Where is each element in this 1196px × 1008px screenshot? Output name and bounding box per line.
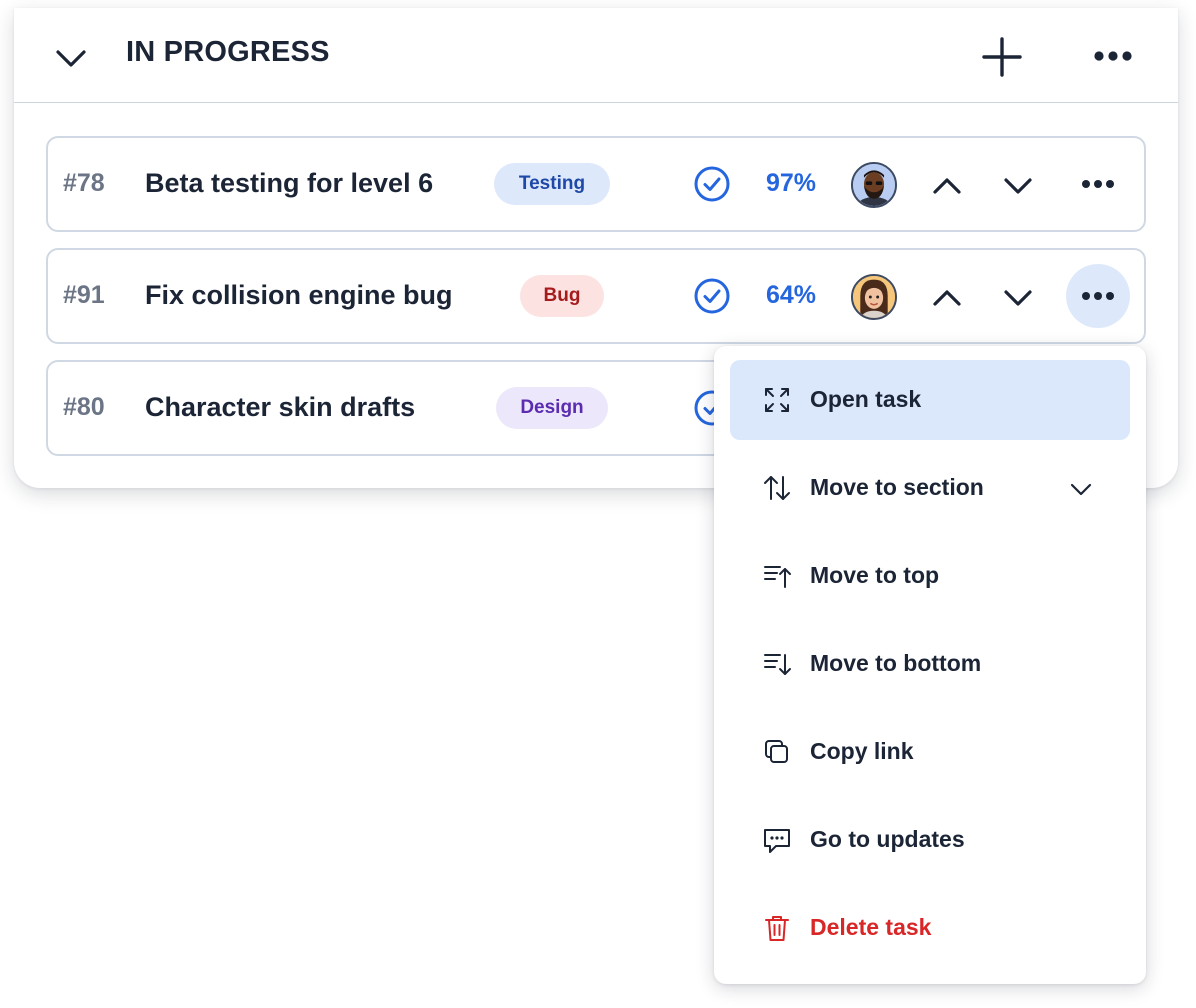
task-progress: 97%	[766, 169, 817, 197]
section-header: IN PROGRESS	[14, 8, 1178, 103]
task-title[interactable]: Fix collision engine bug	[145, 280, 453, 311]
menu-item-label: Move to section	[810, 474, 984, 500]
avatar-woman-brown-hair-icon	[853, 276, 895, 318]
task-row[interactable]: #78 Beta testing for level 6 Testing 97%	[46, 136, 1146, 232]
task-title[interactable]: Beta testing for level 6	[145, 168, 433, 199]
task-tag: Design	[496, 387, 608, 429]
more-horizontal-icon[interactable]	[1090, 41, 1134, 71]
avatar	[851, 274, 897, 320]
menu-item-label: Move to bottom	[810, 650, 982, 676]
check-circle-icon[interactable]	[693, 277, 731, 315]
menu-item-go-to-updates[interactable]: Go to updates	[730, 800, 1130, 880]
task-tag: Testing	[494, 163, 610, 205]
arrows-up-down-icon	[764, 476, 790, 500]
plus-icon[interactable]	[980, 35, 1024, 79]
menu-item-label: Go to updates	[810, 826, 965, 852]
move-down-icon[interactable]	[1000, 280, 1036, 316]
avatar-man-beard-icon	[853, 164, 895, 206]
task-more-button[interactable]	[1066, 152, 1130, 216]
sort-to-bottom-icon	[764, 654, 791, 675]
task-title[interactable]: Character skin drafts	[145, 392, 415, 423]
copy-icon	[765, 740, 788, 763]
menu-item-move-to-section[interactable]: Move to section	[730, 448, 1130, 528]
menu-item-open-task[interactable]: Open task	[730, 360, 1130, 440]
menu-item-label: Move to top	[810, 562, 940, 588]
move-down-icon[interactable]	[1000, 168, 1036, 204]
task-id: #80	[63, 393, 105, 421]
menu-item-delete-task[interactable]: Delete task	[730, 888, 1130, 968]
expand-icon	[765, 388, 789, 412]
task-progress: 64%	[766, 281, 817, 309]
chevron-down-icon[interactable]	[52, 39, 90, 77]
task-id: #78	[63, 169, 105, 197]
trash-icon	[765, 916, 789, 941]
menu-item-label: Open task	[810, 386, 922, 412]
menu-item-move-to-top[interactable]: Move to top	[730, 536, 1130, 616]
move-up-icon[interactable]	[929, 168, 965, 204]
more-horizontal-icon	[1082, 180, 1114, 188]
task-more-button[interactable]	[1066, 264, 1130, 328]
task-id: #91	[63, 281, 105, 309]
section-title: IN PROGRESS	[126, 36, 330, 68]
menu-item-label: Delete task	[810, 914, 932, 940]
menu-item-move-to-bottom[interactable]: Move to bottom	[730, 624, 1130, 704]
chevron-down-icon	[1070, 483, 1092, 496]
menu-item-copy-link[interactable]: Copy link	[730, 712, 1130, 792]
task-row[interactable]: #91 Fix collision engine bug Bug 64%	[46, 248, 1146, 344]
avatar	[851, 162, 897, 208]
more-horizontal-icon	[1082, 292, 1114, 300]
task-tag: Bug	[520, 275, 604, 317]
sort-to-top-icon	[764, 566, 791, 588]
menu-item-label: Copy link	[810, 738, 914, 764]
check-circle-icon[interactable]	[693, 165, 731, 203]
comment-icon	[764, 829, 790, 853]
move-up-icon[interactable]	[929, 280, 965, 316]
task-context-menu: Open task Move to section Move to top Mo…	[714, 346, 1146, 984]
